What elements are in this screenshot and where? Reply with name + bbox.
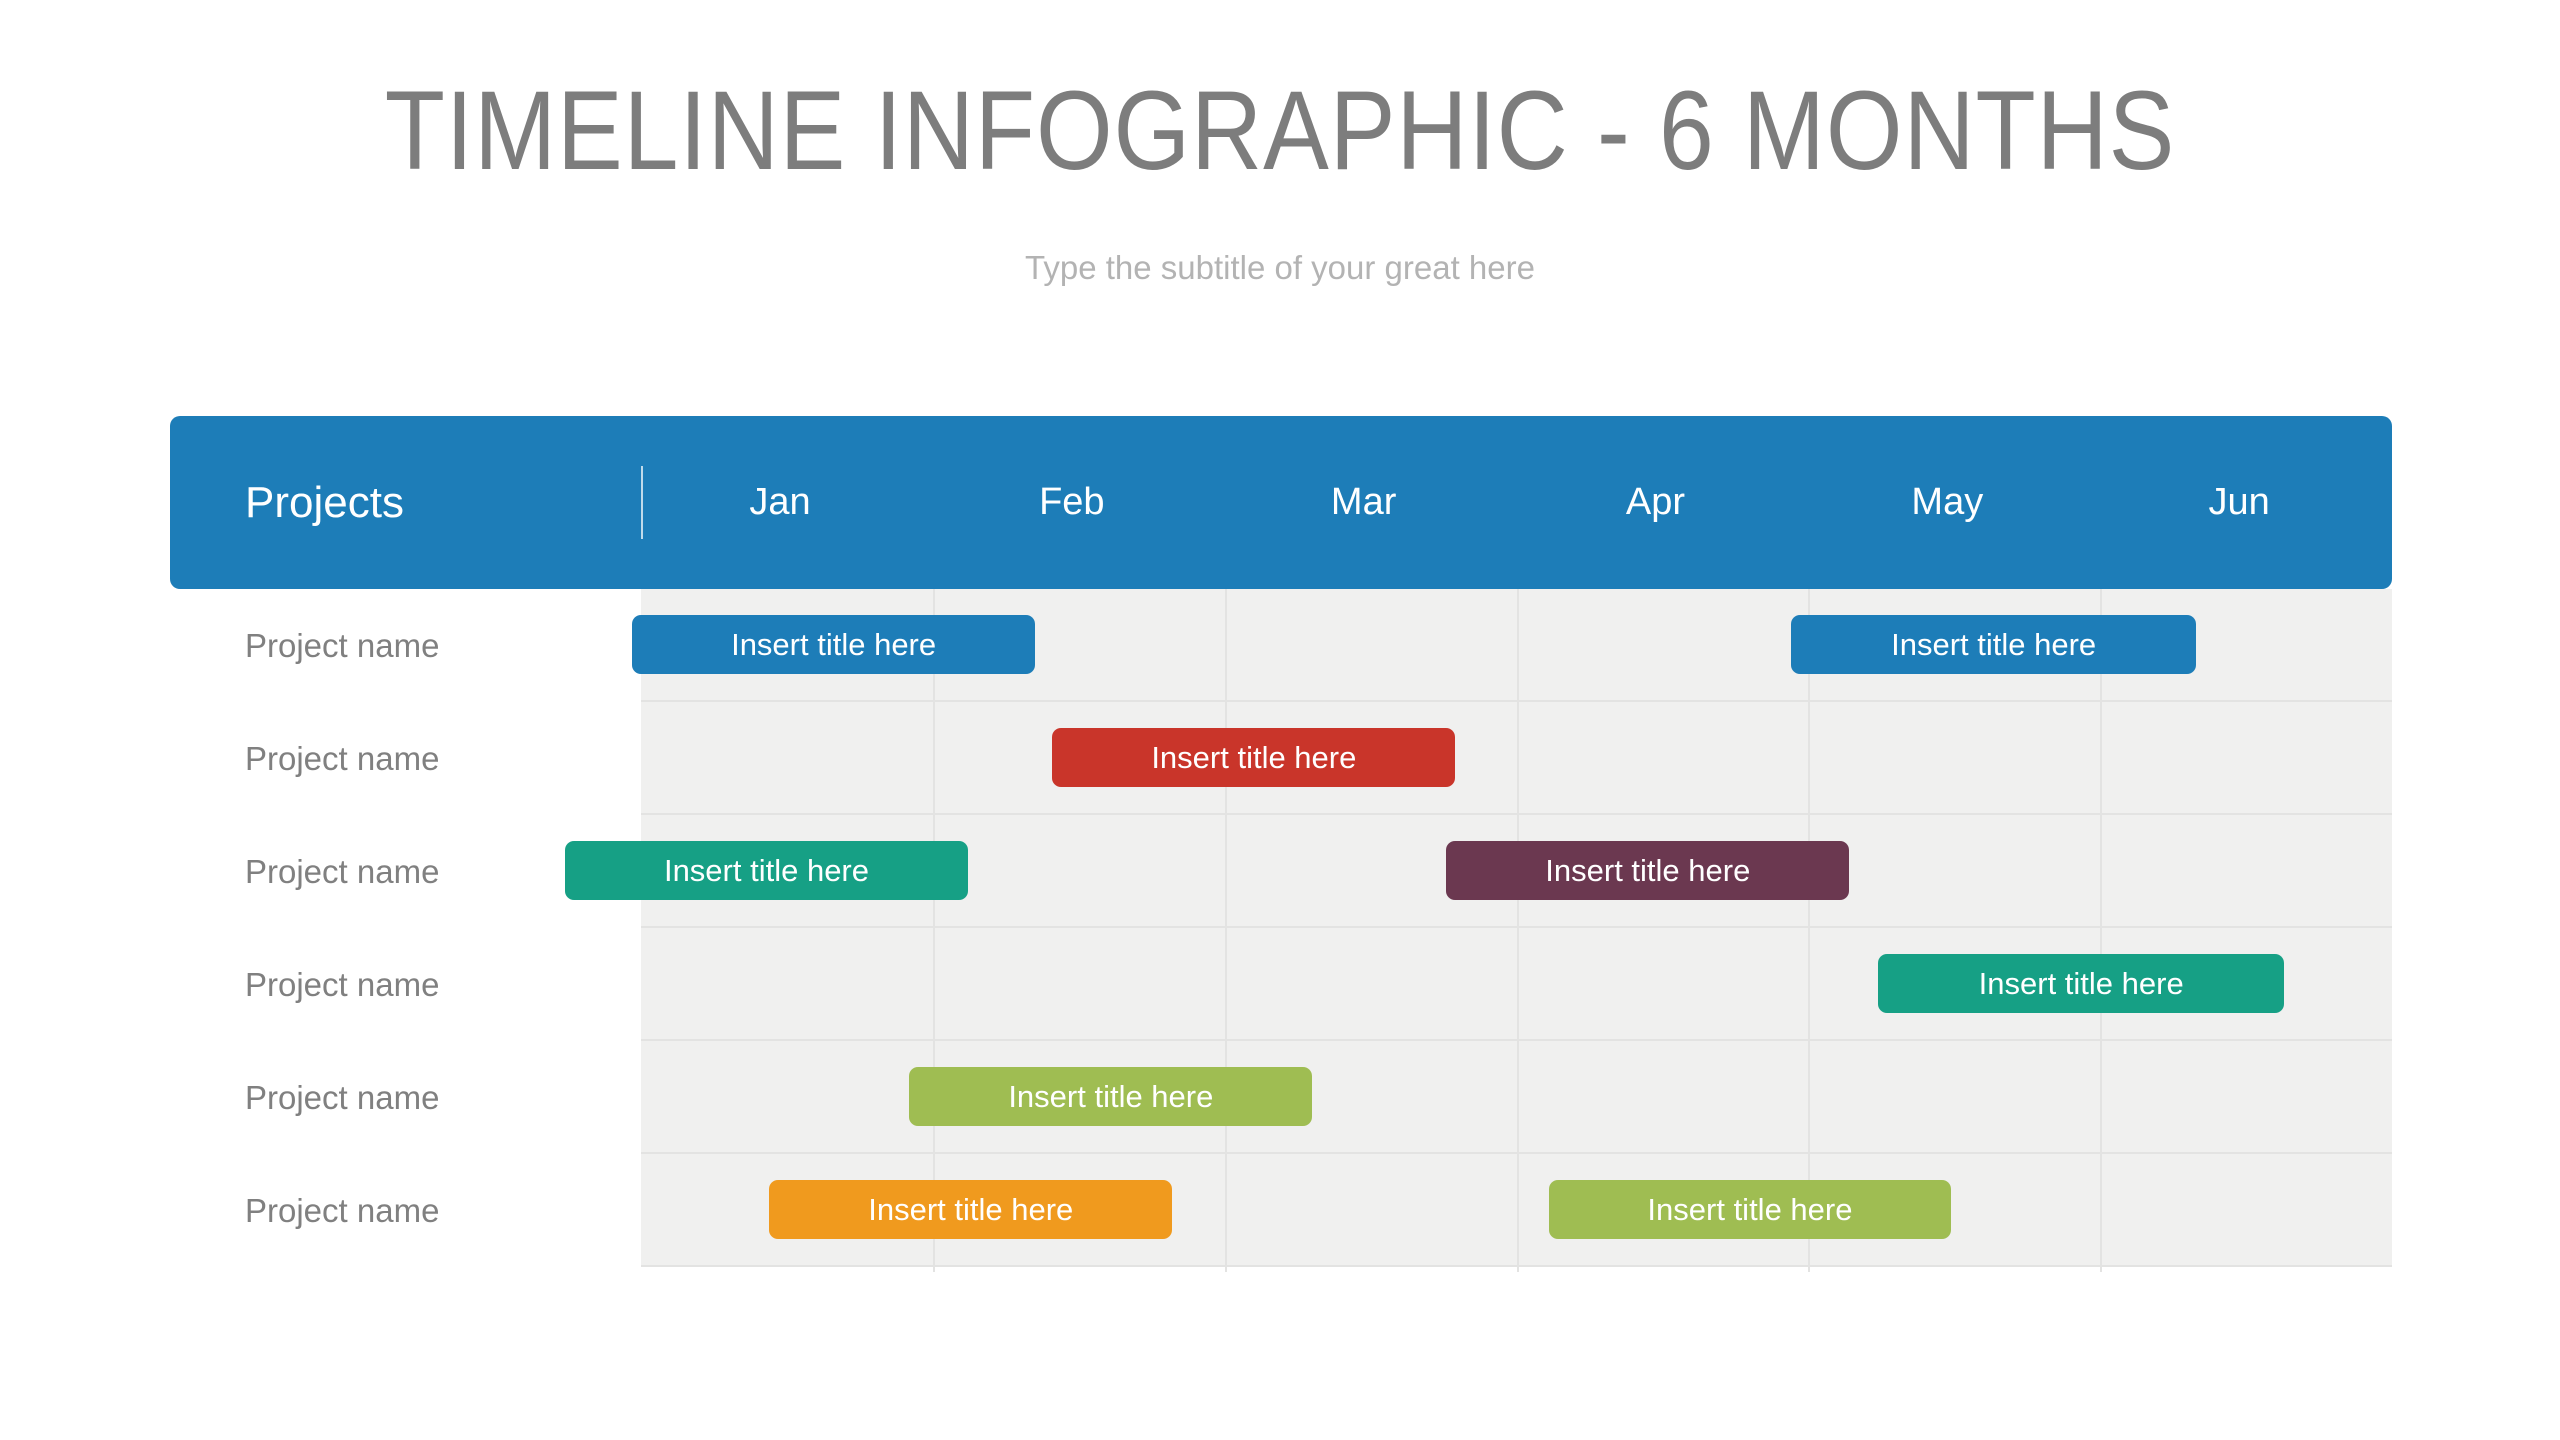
timeline-header-bar: Projects Jan Feb Mar Apr May Jun	[170, 416, 2392, 589]
project-name-label[interactable]: Project name	[245, 589, 625, 702]
task-bars-layer: Insert title here Insert title here Insert…	[565, 589, 2392, 1272]
project-label-column: Project name Project name Project name Proj…	[170, 589, 641, 1272]
month-header-feb[interactable]: Feb	[933, 416, 1211, 589]
project-name-label[interactable]: Project name	[245, 928, 625, 1041]
project-name-label[interactable]: Project name	[245, 1154, 625, 1267]
project-name-label[interactable]: Project name	[245, 702, 625, 815]
task-bar[interactable]: Insert title here	[909, 1067, 1313, 1126]
project-name-label[interactable]: Project name	[245, 1041, 625, 1154]
month-header-apr[interactable]: Apr	[1517, 416, 1795, 589]
page-title: TIMELINE INFOGRAPHIC - 6 MONTHS	[384, 68, 2176, 193]
month-header-jan[interactable]: Jan	[641, 416, 919, 589]
task-bar[interactable]: Insert title here	[1446, 841, 1850, 900]
task-bar[interactable]: Insert title here	[1548, 1180, 1952, 1239]
month-header-may[interactable]: May	[1808, 416, 2086, 589]
month-header-jun[interactable]: Jun	[2100, 416, 2378, 589]
page-subtitle: Type the subtitle of your great here	[1025, 249, 1535, 286]
timeline-gantt-chart: Projects Jan Feb Mar Apr May Jun Project name…	[170, 416, 2392, 1272]
task-bar[interactable]: Insert title here	[769, 1180, 1173, 1239]
month-header-mar[interactable]: Mar	[1225, 416, 1503, 589]
projects-column-header: Projects	[245, 477, 404, 527]
task-bar[interactable]: Insert title here	[565, 841, 968, 900]
task-bar[interactable]: Insert title here	[1790, 615, 2197, 674]
task-bar[interactable]: Insert title here	[1052, 728, 1456, 787]
task-bar[interactable]: Insert title here	[1878, 954, 2284, 1013]
task-bar[interactable]: Insert title here	[632, 615, 1035, 674]
